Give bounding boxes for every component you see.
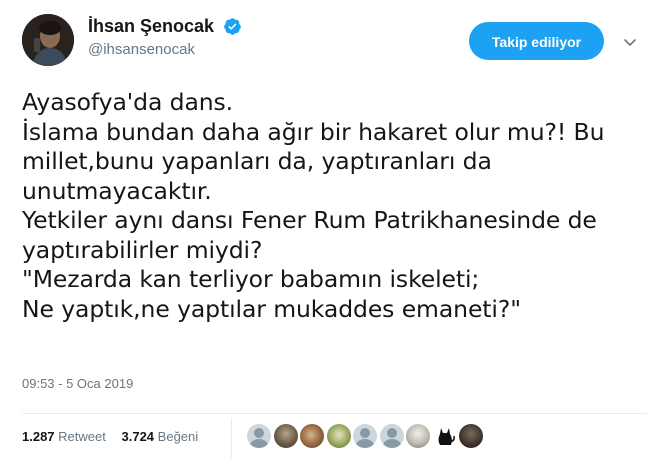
user-handle[interactable]: @ihsansenocak xyxy=(88,40,242,60)
liker-avatar[interactable] xyxy=(247,424,271,448)
like-label: Beğeni xyxy=(157,429,199,444)
display-name[interactable]: İhsan Şenocak xyxy=(88,14,214,38)
tweet-stats: 1.287 Retweet 3.724 Beğeni xyxy=(22,427,210,447)
like-count: 3.724 xyxy=(121,429,155,444)
liker-avatar[interactable] xyxy=(406,424,430,448)
tweet-timestamp[interactable]: 09:53 - 5 Oca 2019 xyxy=(22,376,133,391)
liker-avatar[interactable] xyxy=(432,424,457,448)
stats-divider-top xyxy=(22,413,647,414)
liker-avatar[interactable] xyxy=(326,424,351,448)
liker-avatars xyxy=(247,424,486,450)
like-count-link[interactable]: 3.724 Beğeni xyxy=(122,427,199,447)
retweet-label: Retweet xyxy=(58,429,106,444)
profile-avatar[interactable] xyxy=(22,14,74,66)
tweet-card: İhsan Şenocak @ihsansenocak Takip ediliy… xyxy=(0,0,669,464)
liker-avatar[interactable] xyxy=(273,424,298,448)
retweet-count-link[interactable]: 1.287 Retweet xyxy=(22,427,106,447)
chevron-down-icon[interactable] xyxy=(622,34,638,50)
tweet-text: Ayasofya'da dans. İslama bundan daha ağı… xyxy=(22,88,605,323)
following-button[interactable]: Takip ediliyor xyxy=(469,22,604,60)
verified-badge-icon xyxy=(223,17,242,36)
liker-avatar[interactable] xyxy=(353,424,377,448)
liker-avatar[interactable] xyxy=(459,424,483,448)
user-info: İhsan Şenocak @ihsansenocak xyxy=(88,14,242,60)
retweet-count: 1.287 xyxy=(22,429,55,444)
liker-avatar[interactable] xyxy=(379,424,404,448)
stats-separator xyxy=(231,418,232,458)
liker-avatar[interactable] xyxy=(300,424,324,448)
